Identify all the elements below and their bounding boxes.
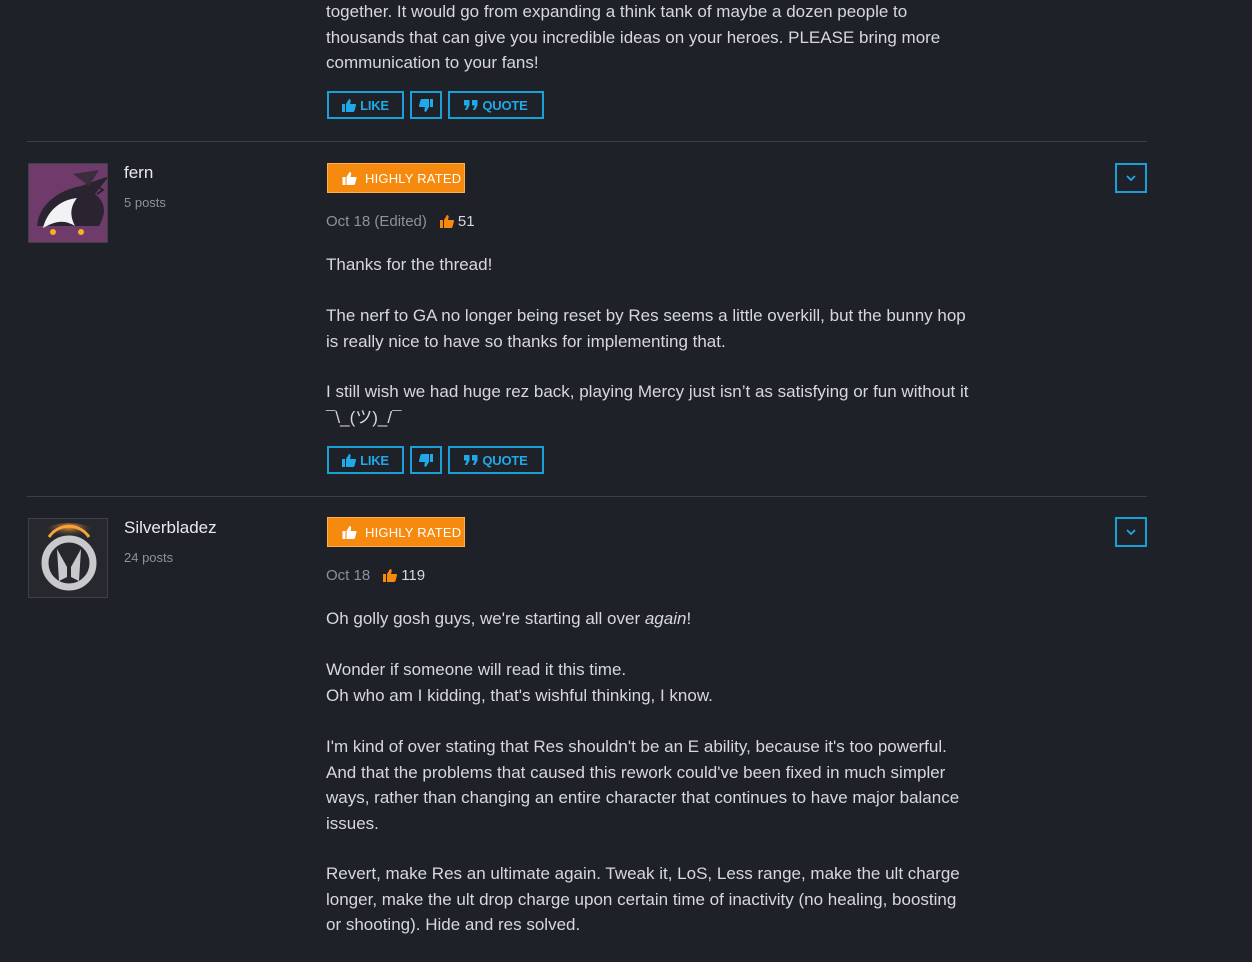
username[interactable]: Silverbladez (124, 518, 217, 538)
post-body-line: together. It would go from expanding a t… (326, 2, 908, 21)
post-body-line: And that the problems that caused this r… (326, 762, 946, 782)
post-body-line: Oh who am I kidding, that's wishful thin… (326, 685, 713, 705)
post-body-line: ways, rather than changing an entire cha… (326, 788, 960, 807)
quote-button[interactable]: QUOTE (448, 446, 544, 474)
highly-rated-badge: HIGHLY RATED (327, 163, 465, 193)
post-count: 5 posts (124, 195, 166, 210)
post-body-line: Revert, make Res an ultimate again. Twea… (326, 864, 960, 883)
post-body-line: I still wish we had huge rez back, playi… (326, 382, 969, 401)
quote-button[interactable]: QUOTE (448, 91, 544, 119)
post-body-line: issues. (326, 813, 379, 833)
chevron-down-icon (1126, 175, 1136, 181)
badge-label: HIGHLY RATED (365, 170, 462, 186)
dislike-button[interactable] (410, 446, 442, 474)
like-label: LIKE (360, 97, 389, 113)
like-button[interactable]: LIKE (327, 91, 404, 119)
quote-label: QUOTE (482, 97, 528, 113)
quote-icon (464, 455, 478, 465)
post-body-line: is really nice to have so thanks for imp… (326, 331, 726, 351)
thumbs-down-icon (419, 98, 433, 112)
quote-label: QUOTE (482, 452, 528, 468)
post-body-line: longer, make the ult drop charge upon ce… (326, 889, 957, 909)
post-count: 24 posts (124, 550, 174, 565)
like-count: 51 (457, 213, 475, 230)
avatar[interactable] (28, 163, 108, 243)
thumbs-up-icon (342, 453, 357, 467)
post-meta: Oct 18 119 (326, 567, 425, 584)
post-meta: Oct 18 (Edited) 51 (326, 213, 475, 230)
post-body-line: ¯\_(ツ)_/¯ (326, 407, 402, 427)
thumbs-up-icon (342, 98, 357, 112)
post-date[interactable]: Oct 18 (326, 567, 370, 584)
thumbs-up-icon (342, 171, 357, 185)
post-body-line: Wonder if someone will read it this time… (326, 660, 627, 679)
thumbs-up-icon (342, 525, 357, 539)
badge-label: HIGHLY RATED (365, 524, 462, 540)
chevron-down-icon (1126, 529, 1136, 535)
thumbs-up-icon (439, 215, 454, 228)
post-date[interactable]: Oct 18 (Edited) (326, 213, 427, 230)
thumbs-up-icon (383, 569, 398, 582)
thumbs-down-icon (419, 453, 433, 467)
post-body-line: The nerf to GA no longer being reset by … (326, 306, 966, 325)
post-menu-button[interactable] (1115, 517, 1147, 547)
like-label: LIKE (360, 452, 389, 468)
post-body-line: Thanks for the thread! (326, 255, 493, 274)
like-button[interactable]: LIKE (327, 446, 404, 474)
post-body-line: thousands that can give you incredible i… (326, 27, 941, 47)
emphasis: again (644, 609, 687, 628)
post-divider (27, 496, 1147, 497)
post-divider (27, 141, 1147, 142)
quote-icon (464, 100, 478, 110)
post-body-line: I'm kind of over stating that Res should… (326, 737, 947, 756)
post-body-line: or shooting). Hide and res solved. (326, 915, 581, 934)
like-count: 119 (401, 567, 426, 584)
post-body-line: communication to your fans! (326, 53, 539, 72)
avatar[interactable] (28, 518, 108, 598)
username[interactable]: fern (124, 163, 153, 183)
highly-rated-badge: HIGHLY RATED (327, 517, 465, 547)
post-body-line: Oh golly gosh guys, we're starting all o… (326, 609, 692, 628)
dislike-button[interactable] (410, 91, 442, 119)
post-menu-button[interactable] (1115, 163, 1147, 193)
